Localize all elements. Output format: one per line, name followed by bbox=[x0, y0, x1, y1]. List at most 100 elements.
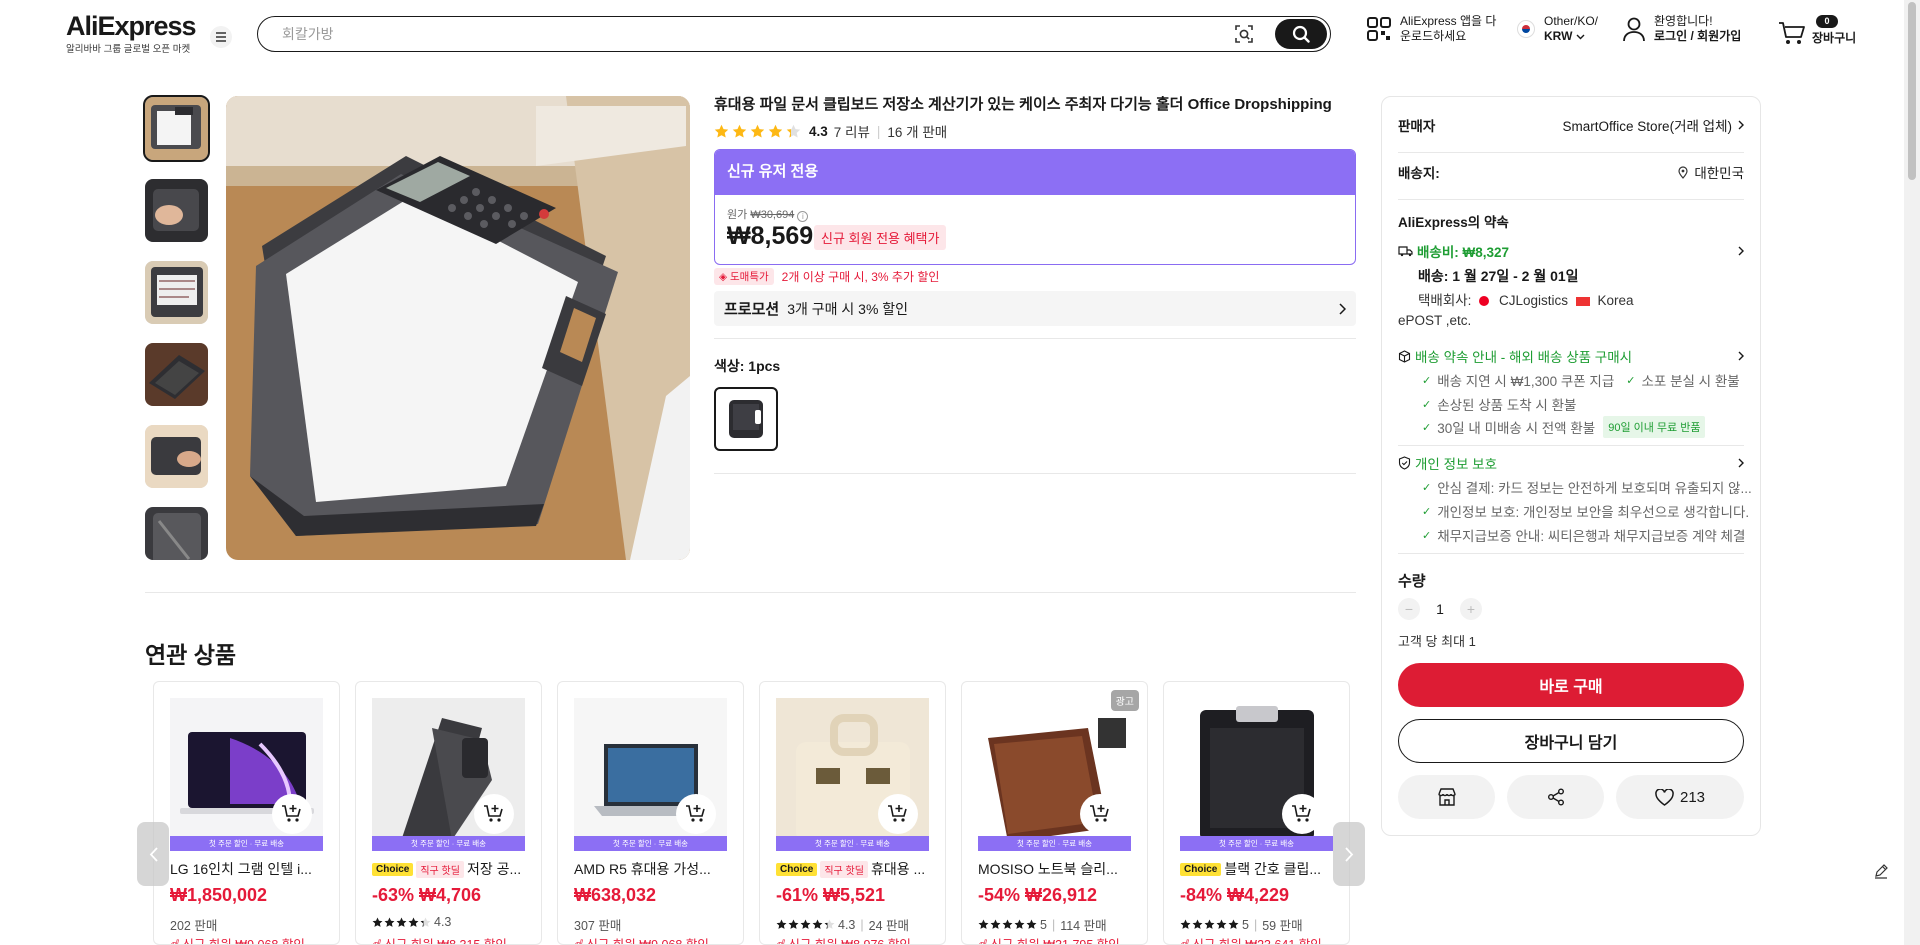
gallery-thumb-1[interactable] bbox=[143, 95, 210, 162]
increase-button[interactable]: + bbox=[1460, 598, 1482, 620]
carousel-next-button[interactable] bbox=[1333, 822, 1365, 886]
product-name-row[interactable]: Choice 직구 핫딜 저장 공... bbox=[372, 859, 532, 879]
carrier-logo-icon bbox=[1479, 296, 1490, 306]
seller-row[interactable]: 판매자 SmartOffice Store(거래 업체) bbox=[1398, 115, 1744, 135]
check-icon: ✓ bbox=[1422, 505, 1432, 518]
privacy-row[interactable]: 개인 정보 보호 bbox=[1398, 453, 1744, 473]
product-title: 휴대용 파일 문서 클립보드 저장소 계산기가 있는 케이스 주최자 다기능 홀… bbox=[714, 96, 1332, 113]
product-name-row[interactable]: LG 16인치 그램 인텔 i... bbox=[170, 859, 330, 879]
search-button[interactable] bbox=[1275, 19, 1327, 49]
related-product-card[interactable]: 첫 주문 할인 · 무료 배송 Choice 블랙 간호 클립... -84% ₩4,… bbox=[1163, 681, 1350, 945]
sold-count: 202 판매 bbox=[170, 919, 218, 933]
star-icon bbox=[1180, 919, 1191, 929]
product-name-row[interactable]: Choice 직구 핫딜 휴대용 ... bbox=[776, 859, 936, 879]
menu-icon[interactable] bbox=[210, 26, 232, 48]
promotion-row[interactable]: 프로모션 3개 구매 시 3% 할인 bbox=[714, 291, 1356, 326]
logo-subtitle: 알리바바 그룹 글로벌 오픈 마켓 bbox=[66, 44, 191, 55]
add-to-cart-icon[interactable] bbox=[272, 794, 312, 834]
add-to-cart-icon[interactable] bbox=[676, 794, 716, 834]
search-bar bbox=[257, 16, 1331, 52]
product-price: -54% ₩26,912 bbox=[978, 885, 1098, 905]
carousel-prev-button[interactable] bbox=[137, 822, 169, 886]
divider bbox=[1398, 152, 1744, 153]
main-product-image[interactable] bbox=[226, 96, 690, 560]
store-button[interactable] bbox=[1398, 775, 1495, 819]
star-icon bbox=[1014, 919, 1025, 929]
camera-search-icon[interactable] bbox=[1229, 19, 1259, 49]
divider bbox=[714, 338, 1356, 339]
shipping-fee-row[interactable]: 배송비: ₩8,327 bbox=[1398, 241, 1744, 261]
guarantee-item-3: ✓ 손상된 상품 도착 시 환불 bbox=[1422, 394, 1744, 414]
buy-now-button[interactable]: 바로 구매 bbox=[1398, 663, 1744, 707]
add-to-cart-icon[interactable] bbox=[1080, 794, 1120, 834]
feedback-edit-button[interactable] bbox=[1866, 856, 1896, 886]
shipto-label: 배송지: bbox=[1398, 166, 1440, 181]
product-meta: 4.3 | 24 판매 bbox=[776, 915, 909, 934]
add-to-cart-icon[interactable] bbox=[1282, 794, 1322, 834]
location-pin-icon bbox=[1678, 165, 1688, 179]
gallery-thumb-6[interactable] bbox=[145, 507, 208, 560]
seller-label: 판매자 bbox=[1398, 119, 1436, 134]
new-member-discount: ⅆ 신규 회원 ₩9,068 할인 bbox=[170, 934, 305, 944]
share-button[interactable] bbox=[1507, 775, 1604, 819]
orig-label: 원가 bbox=[727, 209, 748, 221]
check-icon: ✓ bbox=[1626, 374, 1636, 387]
star-icon bbox=[420, 917, 431, 927]
first-order-ship-label: 첫 주문 할인 · 무료 배송 bbox=[574, 836, 727, 851]
scrollbar-thumb[interactable] bbox=[1908, 2, 1916, 180]
new-member-text: 신규 회원 ₩8,976 할인 bbox=[788, 938, 911, 945]
locale-selector[interactable]: Other/KO/KRW bbox=[1517, 14, 1598, 44]
gallery-thumb-3[interactable] bbox=[145, 261, 208, 324]
product-name-row[interactable]: AMD R5 휴대용 가성... bbox=[574, 859, 734, 879]
product-meta: 5 | 114 판매 bbox=[978, 915, 1107, 934]
promo-text: 3개 구매 시 3% 할인 bbox=[787, 300, 909, 317]
product-name-row[interactable]: MOSISO 노트북 슬리... bbox=[978, 859, 1138, 879]
star-icon bbox=[1026, 919, 1037, 929]
chevron-right-icon bbox=[1344, 846, 1353, 862]
guarantee-row[interactable]: 배송 약속 안내 - 해외 배송 상품 구매시 bbox=[1398, 346, 1744, 366]
purchase-panel: 판매자 SmartOffice Store(거래 업체) 배송지: 대한민국 A… bbox=[1381, 96, 1761, 836]
aliexpress-logo[interactable]: AliExpress 알리바바 그룹 글로벌 오픈 마켓 bbox=[66, 12, 197, 55]
wholesale-tag: ◈ 도매특가 bbox=[714, 268, 774, 285]
product-rating[interactable]: 4.3 7 리뷰 | 16 개 판매 bbox=[714, 121, 947, 141]
g2-text: 소포 분실 시 환불 bbox=[1641, 374, 1740, 389]
related-product-card[interactable]: 첫 주문 할인 · 무료 배송 AMD R5 휴대용 가성... ₩638,032 3… bbox=[557, 681, 744, 945]
app-download[interactable]: AliExpress 앱을 다 운로드하세요 bbox=[1366, 14, 1496, 44]
max-per-customer: 고객 당 최대 1 bbox=[1398, 634, 1476, 649]
related-product-card[interactable]: 첫 주문 할인 · 무료 배송 광고 MOSISO 노트북 슬리... -54% ₩2… bbox=[961, 681, 1148, 945]
add-to-cart-button[interactable]: 장바구니 담기 bbox=[1398, 719, 1744, 763]
info-icon[interactable]: i bbox=[797, 211, 809, 222]
first-order-ship-label: 첫 주문 할인 · 무료 배송 bbox=[776, 836, 929, 851]
guarantee-title: 배송 약속 안내 - 해외 배송 상품 구매시 bbox=[1415, 350, 1633, 365]
package-icon bbox=[1398, 349, 1411, 363]
choice-badge: Choice bbox=[1180, 862, 1222, 876]
star-icon bbox=[812, 919, 823, 929]
search-input[interactable] bbox=[282, 26, 1229, 42]
review-count[interactable]: 7 리뷰 bbox=[834, 121, 870, 141]
decrease-button[interactable]: − bbox=[1398, 598, 1420, 620]
currency-label: KRW bbox=[1544, 29, 1573, 43]
product-name-row[interactable]: Choice 블랙 간호 클립... bbox=[1180, 859, 1340, 879]
shipto-row[interactable]: 배송지: 대한민국 bbox=[1398, 162, 1744, 182]
g4-text: 30일 내 미배송 시 전액 환불 bbox=[1437, 421, 1596, 436]
related-product-card[interactable]: 첫 주문 할인 · 무료 배송 Choice 직구 핫딜 저장 공... -63% ₩4… bbox=[355, 681, 542, 945]
gallery-thumb-5[interactable] bbox=[145, 425, 208, 488]
star-icon bbox=[824, 919, 835, 929]
quantity-value[interactable]: 1 bbox=[1420, 601, 1460, 617]
seller-name[interactable]: SmartOffice Store(거래 업체) bbox=[1563, 115, 1732, 135]
related-product-card[interactable]: 첫 주문 할인 · 무료 배송 Choice 직구 핫딜 휴대용 ... -61% ₩5… bbox=[759, 681, 946, 945]
login-link[interactable]: 로그인 / 회원가입 bbox=[1654, 29, 1741, 43]
account-login[interactable]: 환영합니다! 로그인 / 회원가입 bbox=[1622, 14, 1741, 44]
color-swatch-1pcs[interactable] bbox=[714, 387, 778, 451]
add-to-cart-icon[interactable] bbox=[878, 794, 918, 834]
related-product-card[interactable]: 첫 주문 할인 · 무료 배송 LG 16인치 그램 인텔 i... ₩1,850,… bbox=[153, 681, 340, 945]
first-order-ship-label: 첫 주문 할인 · 무료 배송 bbox=[978, 836, 1131, 851]
add-to-cart-icon[interactable] bbox=[474, 794, 514, 834]
gallery-thumb-4[interactable] bbox=[145, 343, 208, 406]
product-price: -61% ₩5,521 bbox=[776, 885, 886, 905]
carrier-info: 택배회사: CJLogistics Korea ePOST ,etc. bbox=[1398, 291, 1678, 331]
new-member-discount: ⅆ 신규 회원 ₩23,641 할인 bbox=[1180, 934, 1322, 945]
wishlist-button[interactable]: 213 bbox=[1616, 775, 1744, 819]
gallery-thumb-2[interactable] bbox=[145, 179, 208, 242]
flame-icon: ⅆ bbox=[1180, 938, 1193, 945]
